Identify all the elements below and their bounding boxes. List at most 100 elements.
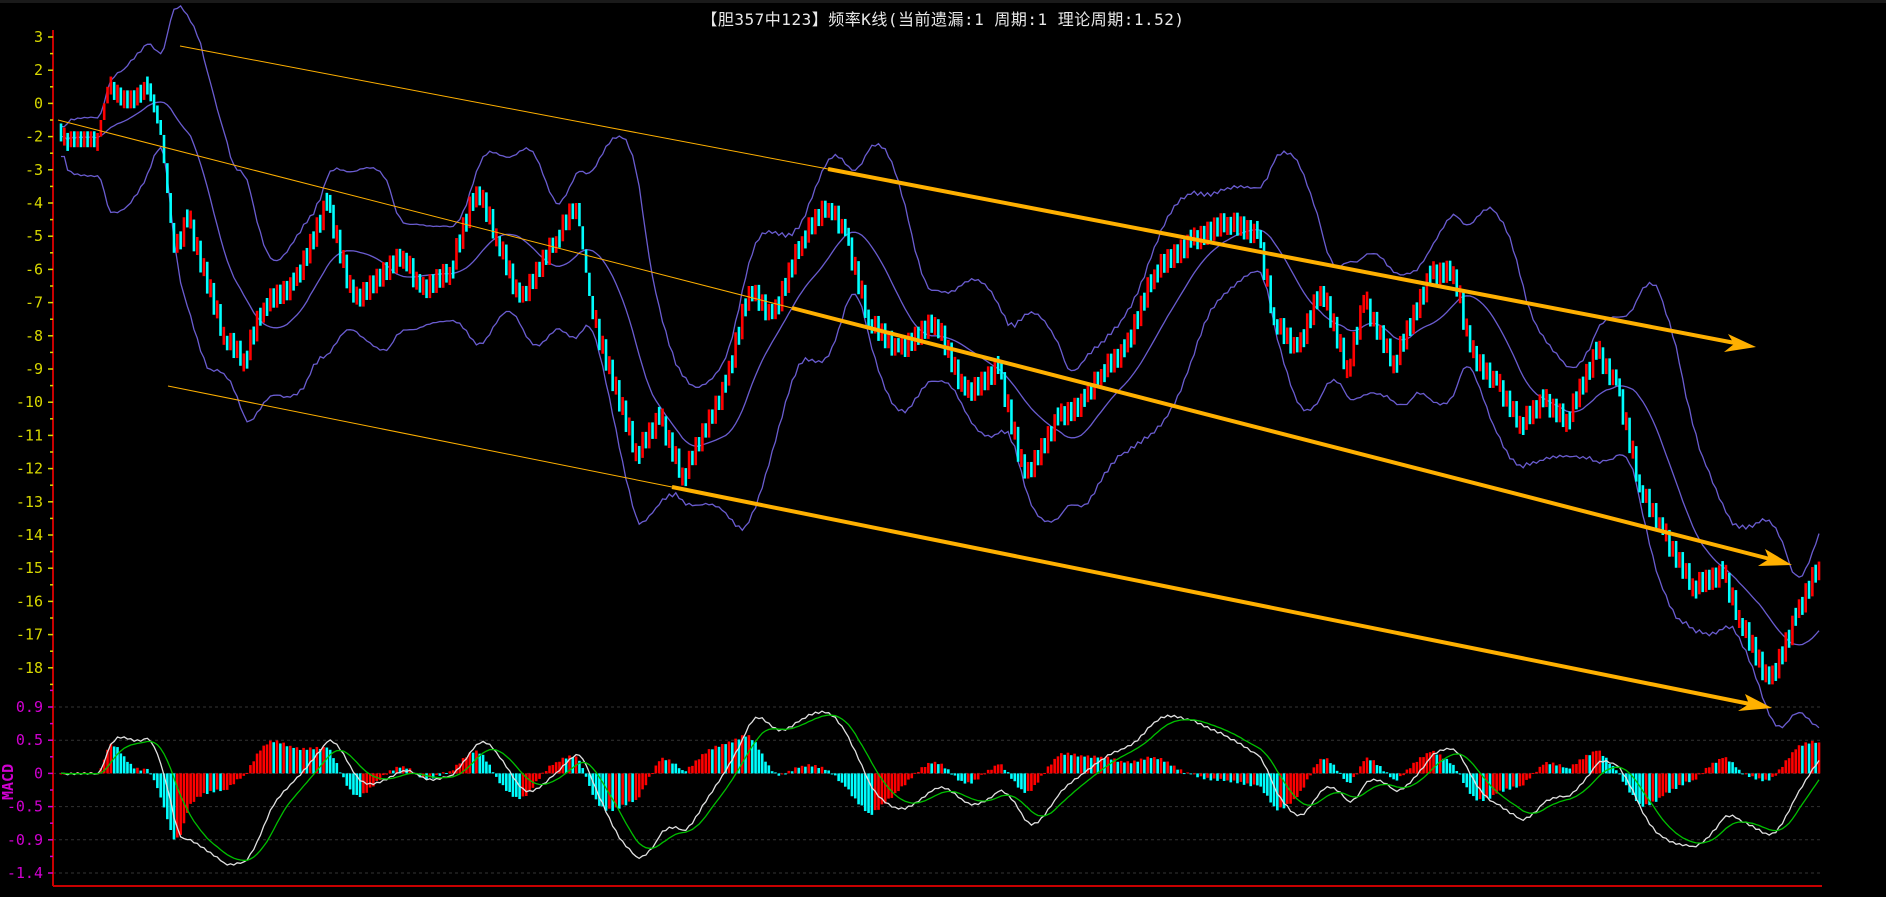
candle [1708, 569, 1711, 590]
candle [1551, 398, 1555, 418]
y-tick-label: -7 [25, 294, 43, 312]
candle [1614, 369, 1618, 386]
middle-trend-line-thin [57, 119, 793, 309]
macd-bar [631, 773, 634, 803]
candle [774, 299, 777, 320]
candle [358, 288, 362, 307]
macd-bar [1153, 757, 1156, 774]
candle [1804, 583, 1808, 613]
candle [338, 229, 342, 264]
macd-bar [1046, 766, 1050, 774]
macd-bar [1339, 772, 1342, 774]
candle [1226, 216, 1229, 235]
macd-bar [571, 757, 575, 774]
macd-bar [1485, 773, 1488, 798]
candle [1299, 332, 1302, 353]
macd-bar [1186, 772, 1189, 774]
macd-bar [362, 773, 365, 794]
macd-bar [1163, 761, 1166, 774]
macd-bar [933, 761, 937, 774]
macd-bar [222, 773, 226, 791]
candle [1116, 348, 1120, 368]
candle [298, 264, 302, 283]
candle [1285, 327, 1289, 345]
candle [1359, 305, 1362, 340]
candle [1807, 580, 1811, 599]
macd-bar [1006, 772, 1010, 774]
candle [1448, 260, 1452, 281]
macd-bar [1395, 773, 1399, 781]
macd-bar [654, 765, 658, 774]
candle [1767, 666, 1771, 685]
macd-bar [1139, 758, 1143, 774]
candle [1006, 394, 1010, 413]
macd-bar [205, 773, 209, 795]
candle [834, 205, 837, 221]
candle [1545, 389, 1548, 408]
candle [1634, 446, 1638, 482]
macd-bar [1465, 773, 1469, 788]
candle [1242, 216, 1246, 240]
y-tick-label: -11 [16, 426, 43, 444]
candle [1139, 295, 1143, 327]
candle [172, 222, 176, 253]
candle [857, 261, 860, 295]
candle [990, 366, 993, 385]
candle [511, 263, 515, 295]
candle [1678, 552, 1681, 568]
candle [245, 350, 249, 369]
macd-bar [548, 765, 551, 774]
macd-bar [777, 773, 781, 776]
macd-bar [1528, 773, 1532, 779]
candle [485, 192, 488, 222]
macd-bar [1056, 756, 1060, 774]
candle [491, 208, 495, 239]
macd-bar [684, 771, 688, 774]
candle [305, 247, 309, 266]
macd-bar [498, 773, 501, 784]
macd-bar [661, 757, 664, 774]
macd-bar [863, 773, 867, 812]
candle [843, 218, 847, 237]
macd-bar [810, 766, 814, 774]
macd-bar [681, 770, 684, 774]
candle [1611, 369, 1615, 386]
macd-bar [239, 773, 242, 779]
candle [395, 248, 398, 274]
macd-bar [142, 768, 146, 774]
candle [923, 320, 927, 339]
candle [1518, 415, 1522, 434]
candle [1598, 340, 1601, 359]
candle [1385, 338, 1389, 354]
macd-bar [1767, 773, 1771, 781]
y-tick-label: -4 [25, 194, 43, 212]
macd-bar [1708, 767, 1711, 774]
candle [1172, 244, 1176, 268]
candle [315, 217, 319, 247]
macd-bar [1468, 773, 1472, 794]
macd-bar [272, 742, 275, 774]
candle [1744, 620, 1748, 639]
macd-bar [275, 740, 279, 774]
macd-bar [1359, 766, 1362, 774]
candle [1781, 646, 1784, 665]
candle [1531, 400, 1535, 425]
candle [863, 284, 867, 318]
macd-bar [1159, 758, 1163, 774]
macd-bar [1671, 773, 1675, 789]
candle [1784, 632, 1788, 662]
macd-bar [1053, 758, 1056, 774]
candle [1262, 242, 1266, 281]
candle [269, 288, 272, 312]
candle [212, 282, 216, 315]
candle [1688, 563, 1691, 590]
macd-bar [1016, 773, 1020, 788]
candle [405, 252, 408, 272]
macd-bar [1249, 773, 1253, 787]
candle [1558, 403, 1562, 423]
candle [232, 332, 236, 359]
candle [910, 332, 914, 351]
candle [1246, 220, 1249, 240]
candle [82, 131, 86, 148]
macd-bar [269, 740, 272, 774]
